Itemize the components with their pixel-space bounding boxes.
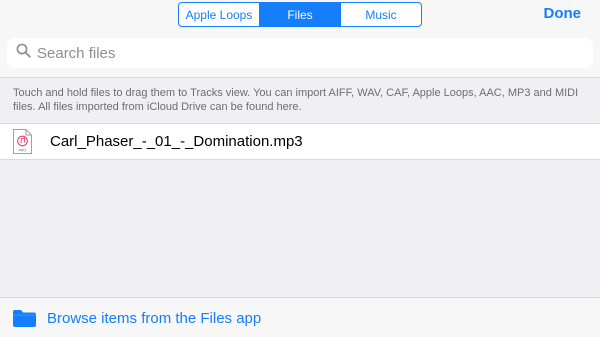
done-button[interactable]: Done: [544, 5, 582, 22]
svg-text:MP3: MP3: [19, 148, 28, 153]
import-instructions: Touch and hold files to drag them to Tra…: [13, 87, 579, 113]
mp3-file-icon: MP3: [13, 129, 32, 154]
tab-apple-loops[interactable]: Apple Loops: [179, 3, 260, 26]
browse-files-button[interactable]: Browse items from the Files app: [0, 297, 600, 337]
search-bar: Search files: [0, 30, 600, 78]
file-list-item[interactable]: MP3 Carl_Phaser_-_01_-_Domination.mp3: [0, 123, 600, 160]
search-placeholder: Search files: [37, 44, 116, 62]
file-name: Carl_Phaser_-_01_-_Domination.mp3: [50, 133, 303, 150]
header-bar: Apple Loops Files Music Done: [0, 0, 600, 30]
tab-files[interactable]: Files: [260, 3, 341, 26]
source-segmented-control: Apple Loops Files Music: [178, 2, 422, 27]
folder-icon: [13, 310, 36, 327]
browse-files-label: Browse items from the Files app: [47, 310, 262, 327]
search-icon: [16, 43, 31, 63]
tab-music[interactable]: Music: [341, 3, 421, 26]
search-input[interactable]: Search files: [7, 38, 593, 68]
